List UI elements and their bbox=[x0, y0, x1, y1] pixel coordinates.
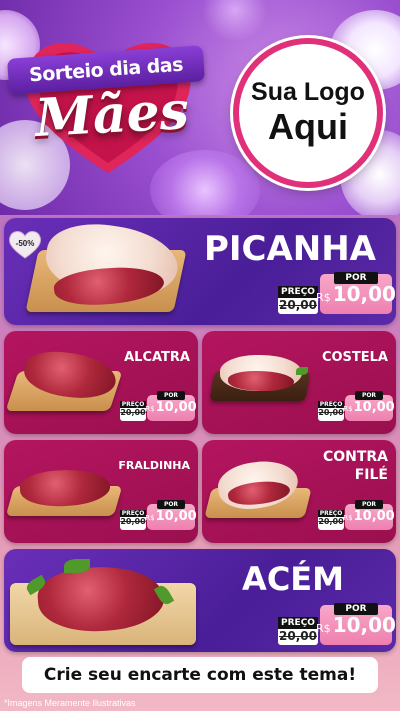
currency: R$ bbox=[145, 514, 155, 522]
new-price: POR R$ 10,00 bbox=[343, 391, 395, 421]
product-name: FRALDINHA bbox=[118, 459, 190, 472]
price-label: PREÇO bbox=[318, 401, 344, 408]
product-name: PICANHA bbox=[203, 229, 376, 269]
product-card-fraldinha[interactable]: FRALDINHA PREÇO 20,00 POR R$ 10,00 bbox=[4, 440, 198, 543]
discount-badge-text: -50% bbox=[16, 239, 35, 248]
price-tag: PREÇO 20,00 POR R$ 10,00 bbox=[120, 391, 197, 421]
por-label: POR bbox=[157, 391, 185, 400]
old-price: PREÇO 20,00 bbox=[120, 401, 146, 421]
price-tag: PREÇO 20,00 POR R$ 10,00 bbox=[318, 500, 395, 530]
old-price-value: 20,00 bbox=[120, 408, 146, 417]
currency: R$ bbox=[145, 405, 155, 413]
price-tag: PREÇO 20,00 POR R$ 10,00 bbox=[318, 391, 395, 421]
old-price-value: 20,00 bbox=[318, 517, 344, 526]
old-price: PREÇO 20,00 bbox=[318, 510, 344, 530]
currency: R$ bbox=[343, 514, 353, 522]
price-tag: PREÇO 20,00 POR R$ 10,00 bbox=[120, 500, 197, 530]
product-name: ACÉM bbox=[242, 560, 344, 598]
old-price-value: 20,00 bbox=[279, 298, 317, 312]
logo-placeholder[interactable]: Sua Logo Aqui bbox=[233, 38, 383, 188]
old-price-value: 20,00 bbox=[120, 517, 146, 526]
currency: R$ bbox=[316, 622, 331, 635]
product-card-alcatra[interactable]: ALCATRA PREÇO 20,00 POR R$ 10,00 bbox=[4, 331, 198, 434]
flower-decoration bbox=[200, 0, 270, 40]
logo-line-2: Aqui bbox=[268, 105, 348, 147]
por-label: POR bbox=[334, 603, 378, 615]
cta-button[interactable]: Crie seu encarte com este tema! bbox=[22, 657, 378, 693]
new-price-value: 10,00 bbox=[155, 509, 197, 524]
herb-decoration bbox=[64, 559, 90, 573]
product-name: ALCATRA bbox=[124, 350, 190, 365]
price-tag: PREÇO 20,00 POR R$ 10,00 bbox=[278, 272, 396, 314]
por-label: POR bbox=[157, 500, 185, 509]
herb-decoration bbox=[296, 367, 308, 375]
new-price-value: 10,00 bbox=[353, 400, 395, 415]
new-price: POR R$ 10,00 bbox=[343, 500, 395, 530]
por-label: POR bbox=[355, 500, 383, 509]
page-title: Mães bbox=[33, 80, 191, 149]
flyer: Sorteio dia das Mães Sua Logo Aqui PICAN… bbox=[0, 0, 400, 711]
logo-line-1: Sua Logo bbox=[251, 78, 365, 107]
old-price: PREÇO 20,00 bbox=[318, 401, 344, 421]
new-price-value: 10,00 bbox=[155, 400, 197, 415]
old-price-value: 20,00 bbox=[279, 629, 317, 643]
old-price: PREÇO 20,00 bbox=[278, 617, 318, 645]
price-label: PREÇO bbox=[120, 510, 146, 517]
new-price: POR R$ 10,00 bbox=[145, 500, 197, 530]
product-card-acem[interactable]: ACÉM PREÇO 20,00 POR R$ 10,00 bbox=[4, 549, 396, 652]
product-card-contra-file[interactable]: CONTRA FILÉ PREÇO 20,00 POR R$ 10,00 bbox=[202, 440, 396, 543]
price-label: PREÇO bbox=[318, 510, 344, 517]
new-price: POR R$ 10,00 bbox=[316, 272, 396, 314]
currency: R$ bbox=[316, 291, 331, 304]
new-price: POR R$ 10,00 bbox=[145, 391, 197, 421]
price-label: PREÇO bbox=[278, 286, 318, 298]
disclaimer-text: *Imagens Meramente Ilustrativas bbox=[4, 698, 136, 708]
product-name-line-1: CONTRA bbox=[322, 449, 388, 465]
new-price-value: 10,00 bbox=[332, 613, 396, 637]
price-tag: PREÇO 20,00 POR R$ 10,00 bbox=[278, 603, 396, 645]
new-price: POR R$ 10,00 bbox=[316, 603, 396, 645]
discount-badge-heart: -50% bbox=[9, 231, 41, 259]
old-price-value: 20,00 bbox=[318, 408, 344, 417]
currency: R$ bbox=[343, 405, 353, 413]
meat-image bbox=[228, 371, 294, 391]
product-card-picanha[interactable]: PICANHA PREÇO 20,00 POR R$ 10,00 bbox=[4, 218, 396, 325]
cta-text: Crie seu encarte com este tema! bbox=[43, 665, 357, 685]
new-price-value: 10,00 bbox=[332, 282, 396, 306]
header-banner: Sorteio dia das Mães Sua Logo Aqui bbox=[0, 0, 400, 215]
por-label: POR bbox=[355, 391, 383, 400]
old-price: PREÇO 20,00 bbox=[120, 510, 146, 530]
product-name-line-2: FILÉ bbox=[354, 467, 388, 483]
product-name: COSTELA bbox=[321, 350, 388, 365]
price-label: PREÇO bbox=[120, 401, 146, 408]
por-label: POR bbox=[334, 272, 378, 284]
price-label: PREÇO bbox=[278, 617, 318, 629]
new-price-value: 10,00 bbox=[353, 509, 395, 524]
product-card-costela[interactable]: COSTELA PREÇO 20,00 POR R$ 10,00 bbox=[202, 331, 396, 434]
old-price: PREÇO 20,00 bbox=[278, 286, 318, 314]
